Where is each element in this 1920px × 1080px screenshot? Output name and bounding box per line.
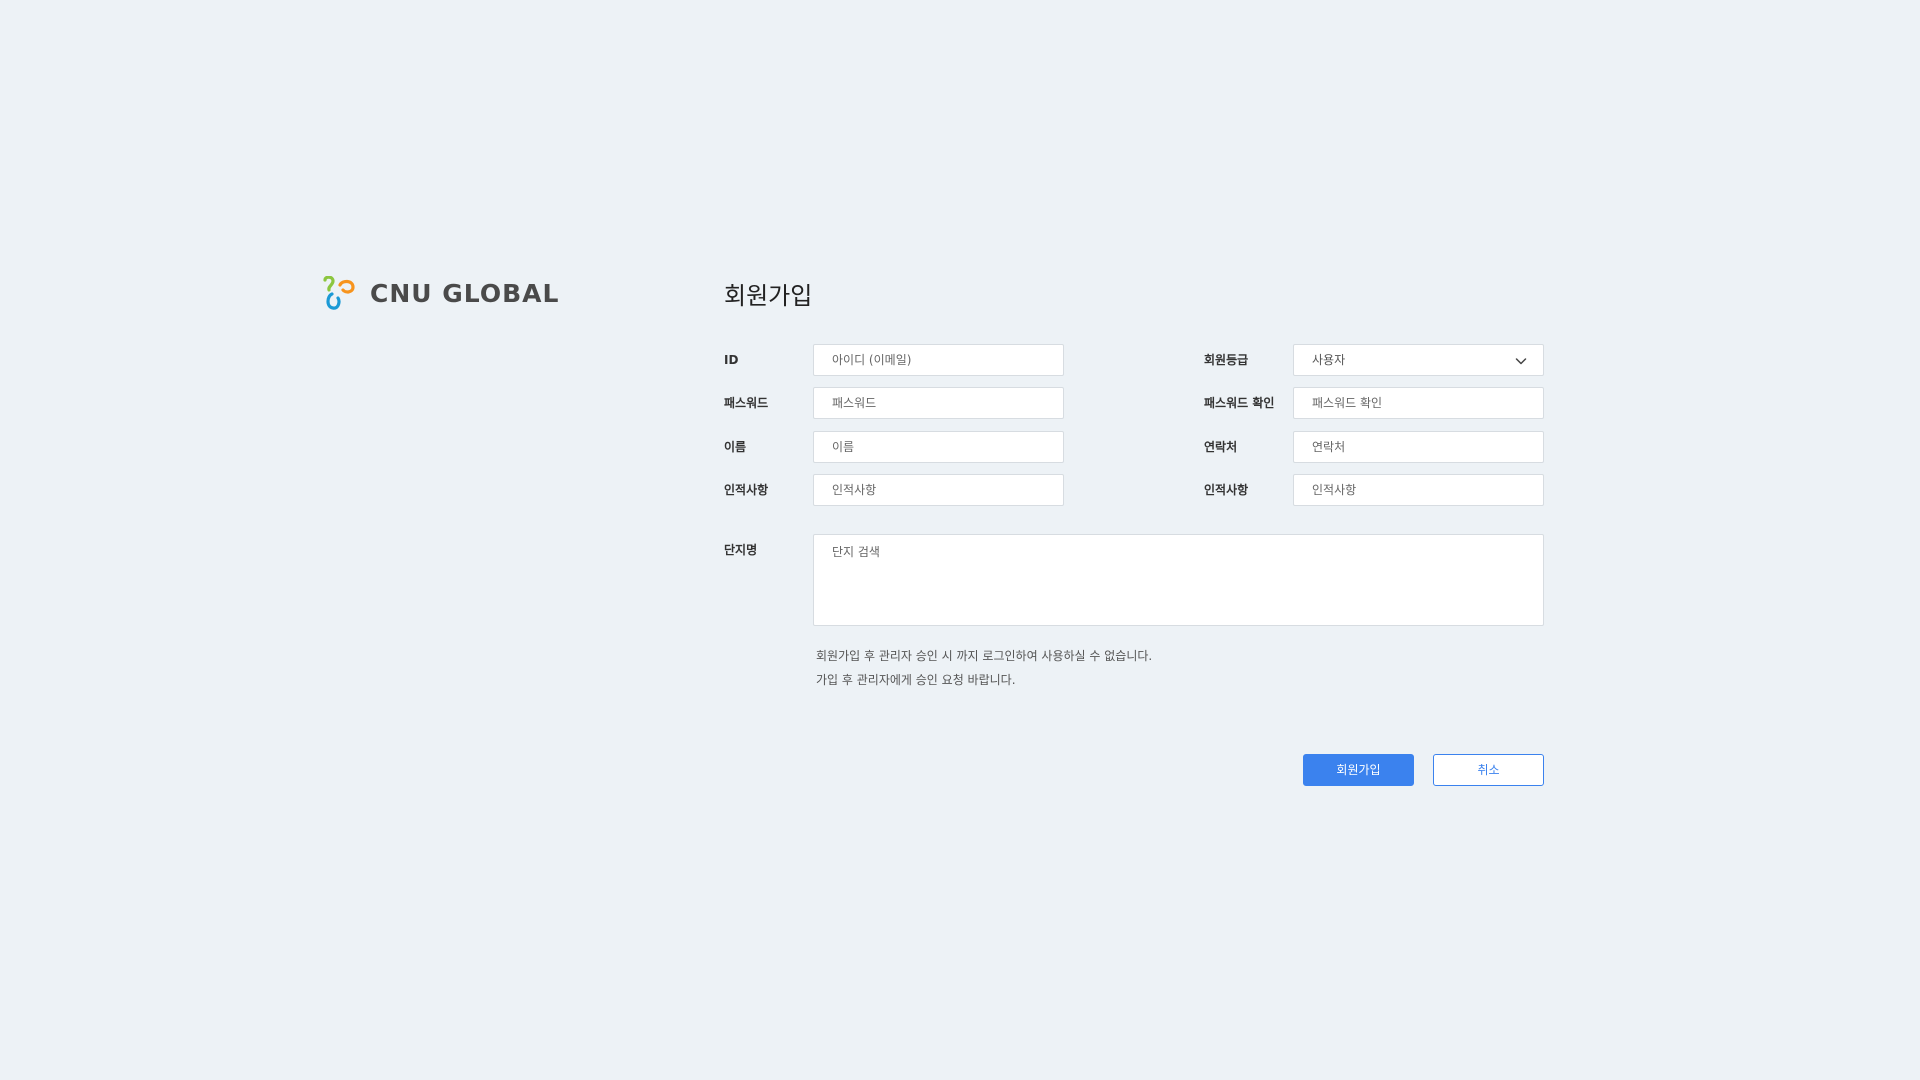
form-row-password: 패스워드 패스워드 확인 xyxy=(724,387,1544,419)
info-right-input[interactable] xyxy=(1293,474,1544,506)
info-left-label: 인적사항 xyxy=(724,483,769,497)
contact-label: 연락처 xyxy=(1204,440,1238,454)
cancel-button[interactable]: 취소 xyxy=(1433,754,1544,786)
password-input[interactable] xyxy=(813,387,1064,419)
signup-form: 회원가입 ID 회원등급 사용자 패스워드 패스워드 확인 이름 연락처 인적사… xyxy=(724,0,1544,1080)
grade-select-value: 사용자 xyxy=(1312,353,1346,367)
complex-label: 단지명 xyxy=(724,543,758,557)
name-label: 이름 xyxy=(724,440,747,454)
page-title: 회원가입 xyxy=(724,282,813,310)
signup-button[interactable]: 회원가입 xyxy=(1303,754,1414,786)
complex-search-input[interactable] xyxy=(813,534,1544,626)
form-row-id: ID 회원등급 사용자 xyxy=(724,344,1544,376)
info-left-input[interactable] xyxy=(813,474,1064,506)
form-row-name: 이름 연락처 xyxy=(724,431,1544,463)
contact-input[interactable] xyxy=(1293,431,1544,463)
name-input[interactable] xyxy=(813,431,1064,463)
approval-request-notice: 가입 후 관리자에게 승인 요청 바랍니다. xyxy=(816,673,1016,687)
chevron-down-icon xyxy=(1515,358,1527,365)
form-row-info: 인적사항 인적사항 xyxy=(724,474,1544,506)
password-confirm-input[interactable] xyxy=(1293,387,1544,419)
password-confirm-label: 패스워드 확인 xyxy=(1204,396,1275,410)
brand-name: CNU GLOBAL xyxy=(370,278,560,308)
grade-select[interactable]: 사용자 xyxy=(1293,344,1544,376)
cnu-trefoil-logo-icon xyxy=(323,276,355,310)
info-right-label: 인적사항 xyxy=(1204,483,1249,497)
id-label: ID xyxy=(724,353,739,367)
brand-logo: CNU GLOBAL xyxy=(322,276,559,310)
id-input[interactable] xyxy=(813,344,1064,376)
grade-label: 회원등급 xyxy=(1204,353,1249,367)
approval-notice: 회원가입 후 관리자 승인 시 까지 로그인하여 사용하실 수 없습니다. xyxy=(816,649,1153,663)
password-label: 패스워드 xyxy=(724,396,769,410)
